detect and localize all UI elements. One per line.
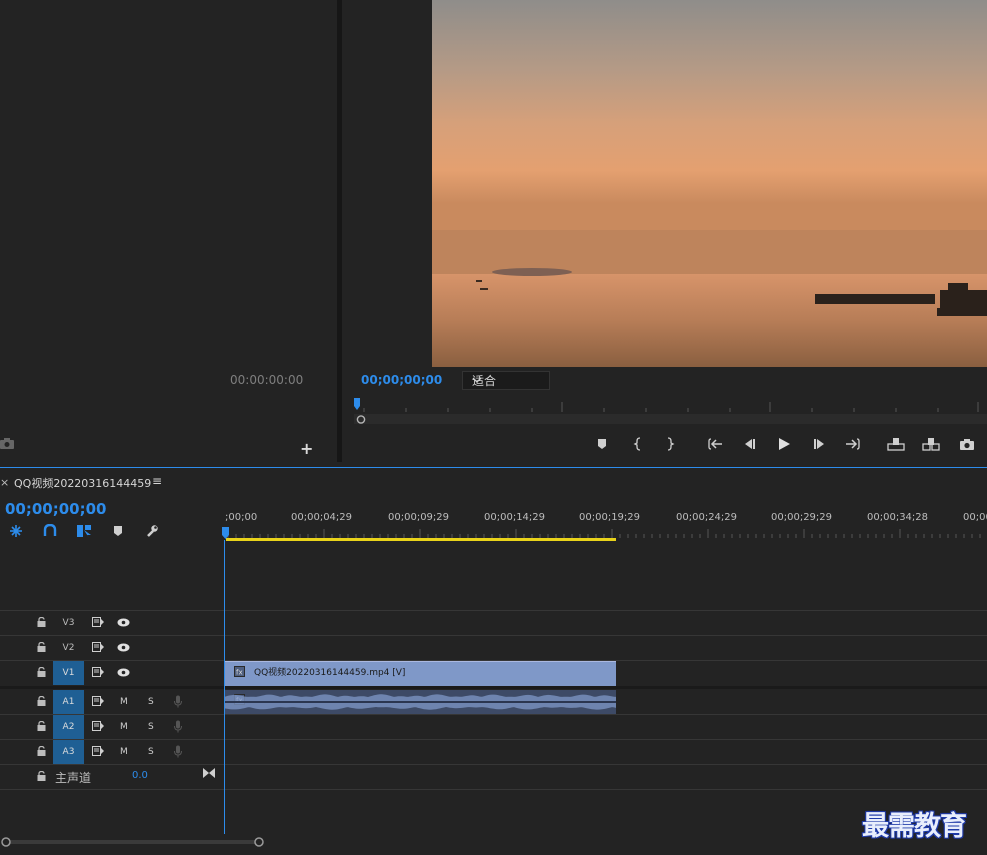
fx-badge-icon: fx bbox=[234, 666, 245, 677]
close-icon[interactable]: × bbox=[0, 476, 9, 489]
track-name[interactable]: V3 bbox=[53, 611, 84, 635]
lock-icon[interactable] bbox=[37, 771, 46, 781]
program-video-frame bbox=[432, 0, 987, 367]
ruler-label: 00;00;29;29 bbox=[771, 512, 833, 523]
track-header-v2: V2 bbox=[0, 636, 224, 660]
sync-lock-icon[interactable] bbox=[92, 696, 104, 706]
program-time-ruler[interactable] bbox=[354, 398, 987, 412]
export-frame-icon[interactable] bbox=[957, 434, 977, 454]
timeline-zoom-scrollbar[interactable] bbox=[0, 837, 987, 847]
video-clip[interactable]: fx QQ视频20220316144459.mp4 [V] bbox=[224, 661, 616, 686]
mark-out-icon[interactable] bbox=[660, 434, 680, 454]
sequence-tab[interactable]: QQ视频20220316144459 bbox=[14, 475, 151, 491]
lift-icon[interactable] bbox=[886, 434, 906, 454]
program-zoom-scrollbar[interactable] bbox=[354, 414, 987, 424]
sync-lock-icon[interactable] bbox=[92, 746, 104, 756]
lock-icon[interactable] bbox=[37, 721, 46, 731]
solo-button[interactable]: S bbox=[148, 740, 154, 764]
sync-lock-icon[interactable] bbox=[92, 667, 104, 677]
mark-in-icon[interactable] bbox=[628, 434, 648, 454]
in-out-range-bar[interactable] bbox=[226, 538, 616, 541]
linked-selection-icon[interactable] bbox=[76, 524, 92, 538]
track-name[interactable]: A1 bbox=[53, 690, 84, 714]
watermark-logo: 最需教育 bbox=[862, 811, 967, 842]
track-header-a3: A3 M S bbox=[0, 740, 224, 764]
track-name[interactable]: V2 bbox=[53, 636, 84, 660]
extract-icon[interactable] bbox=[921, 434, 941, 454]
step-forward-icon[interactable] bbox=[810, 434, 830, 454]
mute-button[interactable]: M bbox=[120, 740, 128, 764]
ruler-label: 00;00;14;29 bbox=[484, 512, 546, 523]
eye-icon[interactable] bbox=[117, 668, 130, 677]
playhead-handle[interactable] bbox=[222, 527, 229, 540]
track-headers bbox=[0, 544, 224, 834]
mute-button[interactable]: M bbox=[120, 715, 128, 739]
track-name[interactable]: V1 bbox=[53, 661, 84, 685]
transport-controls bbox=[590, 434, 987, 454]
microphone-icon[interactable] bbox=[174, 745, 182, 758]
ruler-label: ;00;00 bbox=[225, 512, 258, 523]
lock-icon[interactable] bbox=[37, 642, 46, 652]
chevron-down-icon bbox=[472, 373, 545, 387]
svg-text:fx: fx bbox=[236, 669, 243, 677]
source-monitor bbox=[0, 0, 337, 462]
master-volume-value[interactable]: 0.0 bbox=[132, 770, 148, 781]
timeline-timecode[interactable]: 00;00;00;00 bbox=[5, 500, 107, 518]
snap-icon[interactable] bbox=[43, 524, 57, 538]
lock-icon[interactable] bbox=[37, 617, 46, 627]
timeline-ruler-labels[interactable]: ;00;00 00;00;04;29 00;00;09;29 00;00;14;… bbox=[224, 512, 987, 526]
track-name[interactable]: A3 bbox=[53, 740, 84, 764]
lock-icon[interactable] bbox=[37, 667, 46, 677]
play-icon[interactable] bbox=[774, 434, 794, 454]
audio-waveform bbox=[224, 694, 616, 710]
step-back-icon[interactable] bbox=[739, 434, 759, 454]
sync-lock-icon[interactable] bbox=[92, 642, 104, 652]
track-separator bbox=[0, 789, 987, 790]
sync-lock-icon[interactable] bbox=[92, 721, 104, 731]
microphone-icon[interactable] bbox=[174, 695, 182, 708]
track-header-a2: A2 M S bbox=[0, 715, 224, 739]
track-header-a1: A1 M S bbox=[0, 690, 224, 714]
microphone-icon[interactable] bbox=[174, 720, 182, 733]
source-timecode[interactable]: 00:00:00:00 bbox=[230, 373, 303, 387]
panel-menu-icon[interactable]: ≡ bbox=[152, 474, 162, 488]
ruler-label: 00;00;34;28 bbox=[867, 512, 929, 523]
settings-wrench-icon[interactable] bbox=[145, 524, 159, 538]
solo-button[interactable]: S bbox=[148, 690, 154, 714]
go-to-out-icon[interactable] bbox=[843, 434, 863, 454]
track-area bbox=[224, 544, 987, 834]
add-marker-icon[interactable] bbox=[112, 525, 124, 537]
marker-icon[interactable] bbox=[592, 434, 612, 454]
eye-icon[interactable] bbox=[117, 643, 130, 652]
lock-icon[interactable] bbox=[37, 746, 46, 756]
video-clip-label: QQ视频20220316144459.mp4 [V] bbox=[254, 668, 406, 678]
ruler-label: 00;00;09;29 bbox=[388, 512, 450, 523]
add-button[interactable]: + bbox=[300, 439, 313, 458]
master-track-label: 主声道 bbox=[55, 771, 92, 785]
ruler-label: 00;00;24;29 bbox=[676, 512, 738, 523]
go-to-in-icon[interactable] bbox=[705, 434, 725, 454]
lock-icon[interactable] bbox=[37, 696, 46, 706]
sync-lock-icon[interactable] bbox=[92, 617, 104, 627]
mute-button[interactable]: M bbox=[120, 690, 128, 714]
audio-clip[interactable]: fx bbox=[224, 690, 616, 714]
ruler-label: 00;00;19;29 bbox=[579, 512, 641, 523]
track-header-v1: V1 bbox=[0, 661, 224, 685]
video-audio-divider bbox=[0, 686, 987, 689]
waveform-center bbox=[224, 701, 616, 703]
track-separator bbox=[0, 764, 987, 765]
camera-icon[interactable] bbox=[0, 437, 14, 449]
playhead-line bbox=[224, 540, 225, 834]
ruler-label: 00;00 bbox=[963, 512, 987, 523]
timeline-tools bbox=[0, 521, 224, 541]
ruler-label: 00;00;04;29 bbox=[291, 512, 353, 523]
program-timecode[interactable]: 00;00;00;00 bbox=[361, 373, 442, 387]
snap-nest-icon[interactable] bbox=[9, 524, 23, 538]
solo-button[interactable]: S bbox=[148, 715, 154, 739]
fit-select[interactable]: 适合 bbox=[462, 371, 550, 390]
track-name[interactable]: A2 bbox=[53, 715, 84, 739]
track-header-v3: V3 bbox=[0, 611, 224, 635]
eye-icon[interactable] bbox=[117, 618, 130, 627]
go-to-end-icon[interactable] bbox=[203, 768, 215, 778]
